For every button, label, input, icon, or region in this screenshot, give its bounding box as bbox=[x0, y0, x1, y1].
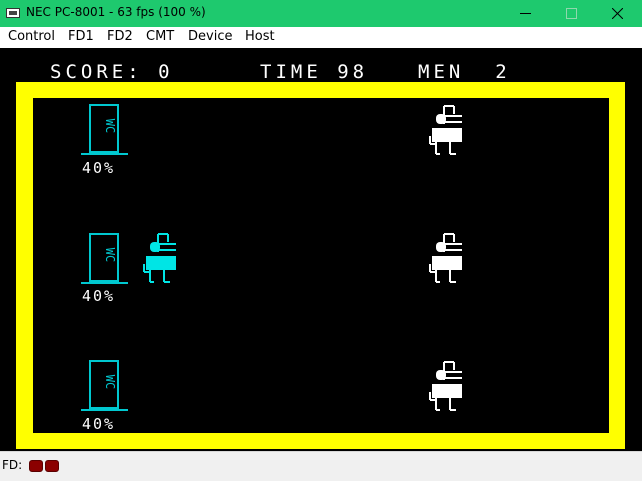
title-bar: NEC PC-8001 - 63 fps (100 %) bbox=[0, 0, 642, 27]
men-display: MEN 2 bbox=[418, 62, 511, 82]
minimize-icon bbox=[520, 13, 531, 14]
app-icon bbox=[6, 8, 20, 18]
toilet-2: WC bbox=[80, 233, 130, 289]
toilet-1: WC bbox=[80, 104, 130, 160]
men-value: 2 bbox=[495, 61, 511, 83]
maximize-button bbox=[549, 0, 595, 27]
close-icon bbox=[612, 8, 623, 19]
minimize-button[interactable] bbox=[503, 0, 549, 27]
score-value: 0 bbox=[158, 61, 174, 83]
status-bar: FD: bbox=[0, 451, 642, 481]
fd1-access-led bbox=[29, 460, 43, 472]
menu-device[interactable]: Device bbox=[188, 29, 232, 44]
menu-control[interactable]: Control bbox=[8, 29, 55, 44]
toilet-1-percent: 40% bbox=[82, 159, 116, 177]
close-button[interactable] bbox=[595, 0, 641, 27]
emulator-screen[interactable]: SCORE: 0 TIME 98 MEN 2 WC 40% WC 40% WC … bbox=[0, 48, 642, 451]
toilet-label: WC bbox=[103, 375, 117, 389]
time-display: TIME 98 bbox=[260, 62, 368, 82]
menu-fd1[interactable]: FD1 bbox=[68, 29, 94, 44]
player-character bbox=[140, 232, 180, 288]
time-label: TIME bbox=[260, 61, 322, 83]
score-label: SCORE: bbox=[50, 61, 143, 83]
window-title: NEC PC-8001 - 63 fps (100 %) bbox=[26, 5, 206, 19]
enemy-character-3 bbox=[426, 360, 466, 416]
player-sprite-icon bbox=[143, 233, 176, 283]
enemy-sprite-icon bbox=[429, 105, 462, 155]
toilet-2-percent: 40% bbox=[82, 287, 116, 305]
menu-fd2[interactable]: FD2 bbox=[107, 29, 133, 44]
menu-host[interactable]: Host bbox=[245, 29, 275, 44]
enemy-sprite-icon bbox=[429, 233, 462, 283]
time-value: 98 bbox=[337, 61, 369, 83]
score-display: SCORE: 0 bbox=[50, 62, 174, 82]
menu-bar: Control FD1 FD2 CMT Device Host bbox=[0, 27, 642, 48]
toilet-3-percent: 40% bbox=[82, 415, 116, 433]
menu-cmt[interactable]: CMT bbox=[146, 29, 174, 44]
enemy-character-2 bbox=[426, 232, 466, 288]
toilet-door-icon: WC bbox=[81, 233, 128, 284]
toilet-door-icon: WC bbox=[81, 104, 128, 155]
maximize-icon bbox=[566, 8, 577, 19]
fd2-access-led bbox=[45, 460, 59, 472]
toilet-3: WC bbox=[80, 360, 130, 416]
toilet-label: WC bbox=[103, 119, 117, 133]
men-label: MEN bbox=[418, 61, 465, 83]
toilet-label: WC bbox=[103, 248, 117, 262]
fd-status-label: FD: bbox=[2, 458, 23, 472]
enemy-character-1 bbox=[426, 104, 466, 160]
enemy-sprite-icon bbox=[429, 361, 462, 411]
toilet-door-icon: WC bbox=[81, 360, 128, 411]
